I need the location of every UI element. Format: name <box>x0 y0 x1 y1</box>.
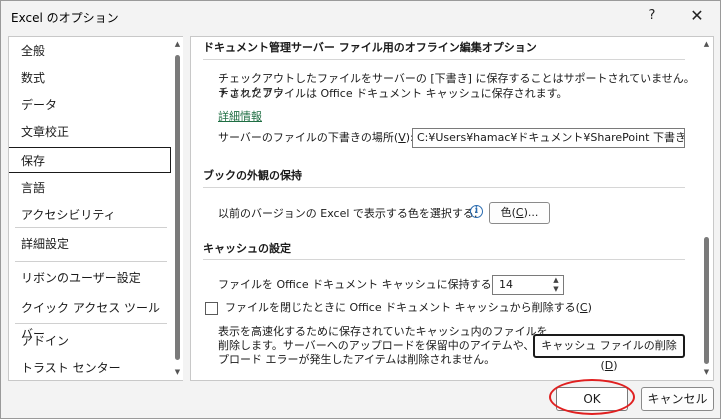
offline-editing-heading: ドキュメント管理サーバー ファイル用のオフライン編集オプション <box>203 41 537 54</box>
drafts-location-label: サーバーのファイルの下書きの場所(V): <box>218 131 414 144</box>
window-title: Excel のオプション <box>11 11 119 25</box>
chevron-down-icon[interactable]: ▼ <box>549 285 563 294</box>
sidebar-item-addins[interactable]: アドイン <box>9 328 171 354</box>
colors-button[interactable]: 色(C)... <box>489 202 550 224</box>
section-divider <box>203 259 685 260</box>
scroll-down-icon[interactable]: ▼ <box>173 368 182 377</box>
scroll-up-icon[interactable]: ▲ <box>702 40 711 49</box>
color-selection-label: 以前のバージョンの Excel で表示する色を選択する: <box>218 207 478 220</box>
save-options-pane: ドキュメント管理サーバー ファイル用のオフライン編集オプション チェックアウトし… <box>190 36 714 381</box>
cache-explanation-line1: 表示を高速化するために保存されていたキャッシュ内のファイルを <box>218 325 548 338</box>
sidebar-item-general[interactable]: 全般 <box>9 38 171 64</box>
info-icon[interactable]: i <box>470 205 483 218</box>
sidebar-item-advanced[interactable]: 詳細設定 <box>9 231 171 257</box>
content-scroll-thumb[interactable] <box>704 237 709 364</box>
options-dialog: Excel のオプション ? ✕ 全般 数式 データ 文章校正 保存 言語 アク… <box>0 0 721 419</box>
cancel-button[interactable]: キャンセル <box>641 387 714 411</box>
help-button[interactable]: ? <box>639 5 665 27</box>
sidebar-item-save[interactable]: 保存 <box>9 147 171 173</box>
offline-description-line2: トされたファイルは Office ドキュメント キャッシュに保存されます。 <box>218 87 568 100</box>
cache-explanation-line3: プロード エラーが発生したアイテムは削除されません。 <box>218 353 496 366</box>
section-divider <box>203 59 685 60</box>
cache-days-value: 14 <box>499 278 513 291</box>
delete-cache-files-button[interactable]: キャッシュ ファイルの削除(D) <box>533 334 685 372</box>
sidebar-item-formulas[interactable]: 数式 <box>9 65 171 91</box>
drafts-location-input[interactable]: C:¥Users¥hamac¥ドキュメント¥SharePoint 下書き¥ <box>412 128 685 148</box>
sidebar-scrollbar[interactable]: ▲ ▼ <box>172 37 183 380</box>
title-bar: Excel のオプション ? ✕ <box>1 1 720 33</box>
cache-days-label: ファイルを Office ドキュメント キャッシュに保持する日数: <box>218 278 518 291</box>
cache-days-stepper[interactable]: ▲ ▼ <box>549 276 563 294</box>
delete-on-close-checkbox[interactable] <box>205 302 218 315</box>
sidebar-item-trust-center[interactable]: トラスト センター <box>9 355 171 381</box>
scroll-down-icon[interactable]: ▼ <box>702 368 711 377</box>
ok-button[interactable]: OK <box>556 387 628 411</box>
delete-on-close-label: ファイルを閉じたときに Office ドキュメント キャッシュから削除する(C) <box>225 301 592 314</box>
sidebar-item-quick-access-toolbar[interactable]: クイック アクセス ツール バー <box>9 295 171 341</box>
category-sidebar: 全般 数式 データ 文章校正 保存 言語 アクセシビリティ 詳細設定 リボンのユ… <box>8 36 183 381</box>
close-icon[interactable]: ✕ <box>683 5 711 27</box>
cache-settings-heading: キャッシュの設定 <box>203 242 291 255</box>
sidebar-item-accessibility[interactable]: アクセシビリティ <box>9 202 171 228</box>
sidebar-divider <box>15 323 167 324</box>
section-divider <box>203 187 685 188</box>
content-scrollbar[interactable]: ▲ ▼ <box>700 37 713 380</box>
more-info-link[interactable]: 詳細情報 <box>218 108 262 124</box>
sidebar-divider <box>15 261 167 262</box>
workbook-appearance-heading: ブックの外観の保持 <box>203 169 302 182</box>
sidebar-item-customize-ribbon[interactable]: リボンのユーザー設定 <box>9 265 171 291</box>
sidebar-item-proofing[interactable]: 文章校正 <box>9 119 171 145</box>
sidebar-divider <box>15 227 167 228</box>
scroll-up-icon[interactable]: ▲ <box>173 40 182 49</box>
chevron-up-icon[interactable]: ▲ <box>549 276 563 285</box>
cache-explanation-line2: 削除します。サーバーへのアップロードを保留中のアイテムや、アッ <box>218 339 557 352</box>
sidebar-item-language[interactable]: 言語 <box>9 175 171 201</box>
sidebar-scroll-thumb[interactable] <box>175 55 180 360</box>
sidebar-item-data[interactable]: データ <box>9 92 171 118</box>
